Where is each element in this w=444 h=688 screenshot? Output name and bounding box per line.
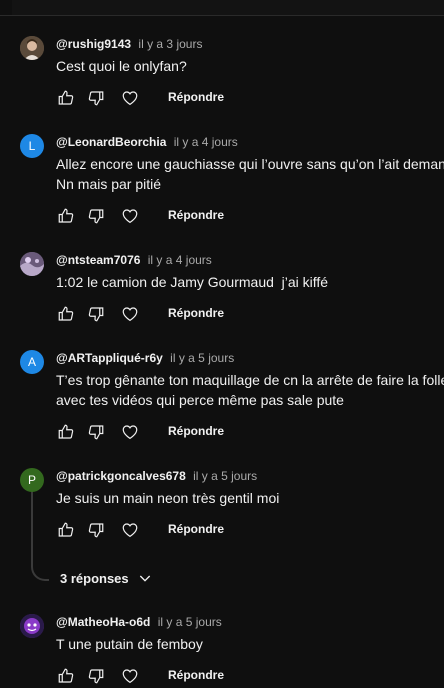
comment-actions: Répondre: [56, 666, 436, 688]
avatar[interactable]: [20, 614, 44, 638]
thumbs-down-icon[interactable]: [86, 206, 106, 226]
heart-icon[interactable]: [120, 206, 140, 226]
reply-button[interactable]: Répondre: [168, 522, 224, 536]
heart-icon[interactable]: [120, 520, 140, 540]
heart-icon[interactable]: [120, 422, 140, 442]
thumbs-down-icon[interactable]: [86, 422, 106, 442]
replies-toggle-button[interactable]: 3 réponses: [60, 570, 153, 586]
thumbs-up-icon[interactable]: [56, 520, 76, 540]
thumbs-up-icon[interactable]: [56, 206, 76, 226]
avatar[interactable]: A: [20, 350, 44, 374]
comment-text: Je suis un main neon très gentil moi: [56, 490, 280, 506]
comment-author[interactable]: @MatheoHa-o6d: [56, 615, 150, 629]
comment-text: T’es trop gênante ton maquillage de cn l…: [56, 372, 444, 408]
heart-icon[interactable]: [120, 304, 140, 324]
avatar[interactable]: P: [20, 468, 44, 492]
comment-actions: Répondre: [56, 304, 436, 326]
chevron-down-icon: [139, 575, 150, 582]
comment-actions: Répondre: [56, 422, 436, 444]
heart-icon[interactable]: [120, 666, 140, 686]
reply-button[interactable]: Répondre: [168, 90, 224, 104]
comment-author[interactable]: @ntsteam7076: [56, 253, 140, 267]
thumbs-up-icon[interactable]: [56, 304, 76, 324]
thumbs-down-icon[interactable]: [86, 88, 106, 108]
comment-header: @MatheoHa-o6d il y a 5 jours: [56, 614, 222, 630]
thumbs-down-icon[interactable]: [86, 520, 106, 540]
comment-actions: Répondre: [56, 206, 436, 228]
avatar-photo-icon: [20, 36, 44, 60]
avatar-letter: A: [27, 355, 36, 369]
comment-text: Allez encore une gauchiasse qui l’ouvre …: [56, 156, 444, 192]
avatar[interactable]: [20, 36, 44, 60]
avatar-letter: P: [27, 473, 36, 487]
comment-author[interactable]: @patrickgoncalves678: [56, 469, 186, 483]
avatar-photo-icon: [20, 614, 44, 638]
comment-time[interactable]: il y a 5 jours: [170, 351, 234, 365]
comment-time[interactable]: il y a 5 jours: [158, 615, 222, 629]
reply-button[interactable]: Répondre: [168, 208, 224, 222]
heart-icon[interactable]: [120, 88, 140, 108]
top-bar: [0, 0, 444, 16]
avatar[interactable]: L: [20, 134, 44, 158]
comment-time[interactable]: il y a 3 jours: [138, 37, 202, 51]
thumbs-up-icon[interactable]: [56, 666, 76, 686]
thumbs-down-icon[interactable]: [86, 666, 106, 686]
comment-header: @patrickgoncalves678 il y a 5 jours: [56, 468, 257, 484]
comment-author[interactable]: @rushig9143: [56, 37, 131, 51]
avatar-photo-icon: [20, 252, 44, 276]
thumbs-up-icon[interactable]: [56, 422, 76, 442]
comment-time[interactable]: il y a 4 jours: [174, 135, 238, 149]
comment-time[interactable]: il y a 5 jours: [193, 469, 257, 483]
comment-header: @ntsteam7076 il y a 4 jours: [56, 252, 212, 268]
comment-actions: Répondre: [56, 88, 436, 110]
comment-header: @rushig9143 il y a 3 jours: [56, 36, 202, 52]
reply-button[interactable]: Répondre: [168, 306, 224, 320]
comment-text: T une putain de femboy: [56, 636, 203, 652]
comment-time[interactable]: il y a 4 jours: [148, 253, 212, 267]
comment-actions: Répondre: [56, 520, 436, 542]
thumbs-down-icon[interactable]: [86, 304, 106, 324]
replies-count-label: 3 réponses: [60, 570, 129, 586]
avatar-letter: L: [28, 139, 36, 153]
comment-header: @LeonardBeorchia il y a 4 jours: [56, 134, 238, 150]
comment-author[interactable]: @ARTappliqué-r6y: [56, 351, 163, 365]
comment-header: @ARTappliqué-r6y il y a 5 jours: [56, 350, 234, 366]
comment-author[interactable]: @LeonardBeorchia: [56, 135, 166, 149]
avatar[interactable]: [20, 252, 44, 276]
reply-button[interactable]: Répondre: [168, 424, 224, 438]
comment-text: 1:02 le camion de Jamy Gourmaud j’ai kif…: [56, 274, 329, 290]
thumbs-up-icon[interactable]: [56, 88, 76, 108]
comment-text: Cest quoi le onlyfan?: [56, 58, 187, 74]
